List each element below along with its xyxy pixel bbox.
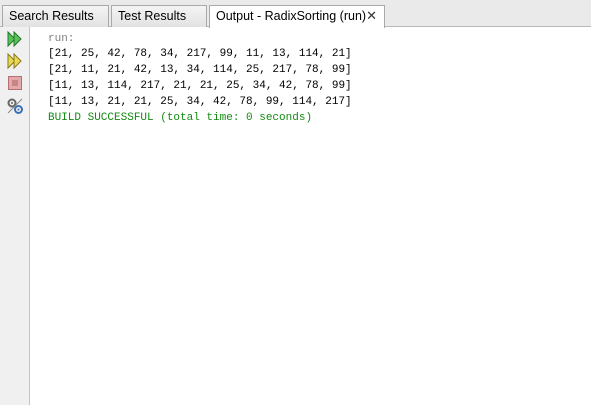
- tab-label: Output - RadixSorting (run): [216, 9, 367, 23]
- tab-bar: Search Results Test Results Output - Rad…: [0, 0, 591, 28]
- output-line: [21, 11, 21, 42, 13, 34, 114, 25, 217, 7…: [48, 64, 352, 76]
- close-icon[interactable]: ✕: [366, 6, 377, 26]
- rerun-icon[interactable]: [6, 30, 24, 48]
- tab-test-results[interactable]: Test Results: [111, 5, 207, 27]
- stop-icon[interactable]: [6, 74, 24, 92]
- output-window: Search Results Test Results Output - Rad…: [0, 0, 591, 405]
- rerun-with-options-icon[interactable]: [6, 52, 24, 70]
- output-line: [11, 13, 21, 21, 25, 34, 42, 78, 99, 114…: [48, 96, 352, 108]
- tab-label: Search Results: [9, 9, 94, 23]
- build-status-line: BUILD SUCCESSFUL (total time: 0 seconds): [48, 112, 313, 124]
- output-console[interactable]: run: [21, 25, 42, 78, 34, 217, 99, 11, 1…: [31, 28, 591, 405]
- tab-label: Test Results: [118, 9, 187, 23]
- settings-icon[interactable]: [6, 97, 24, 115]
- run-line: run:: [48, 33, 75, 45]
- output-line: [21, 25, 42, 78, 34, 217, 99, 11, 13, 11…: [48, 48, 352, 60]
- output-toolbar: [0, 27, 30, 405]
- tab-output-radixsorting[interactable]: Output - RadixSorting (run) ✕: [209, 5, 385, 28]
- output-line: [11, 13, 114, 217, 21, 21, 25, 34, 42, 7…: [48, 80, 352, 92]
- tab-search-results[interactable]: Search Results: [2, 5, 109, 27]
